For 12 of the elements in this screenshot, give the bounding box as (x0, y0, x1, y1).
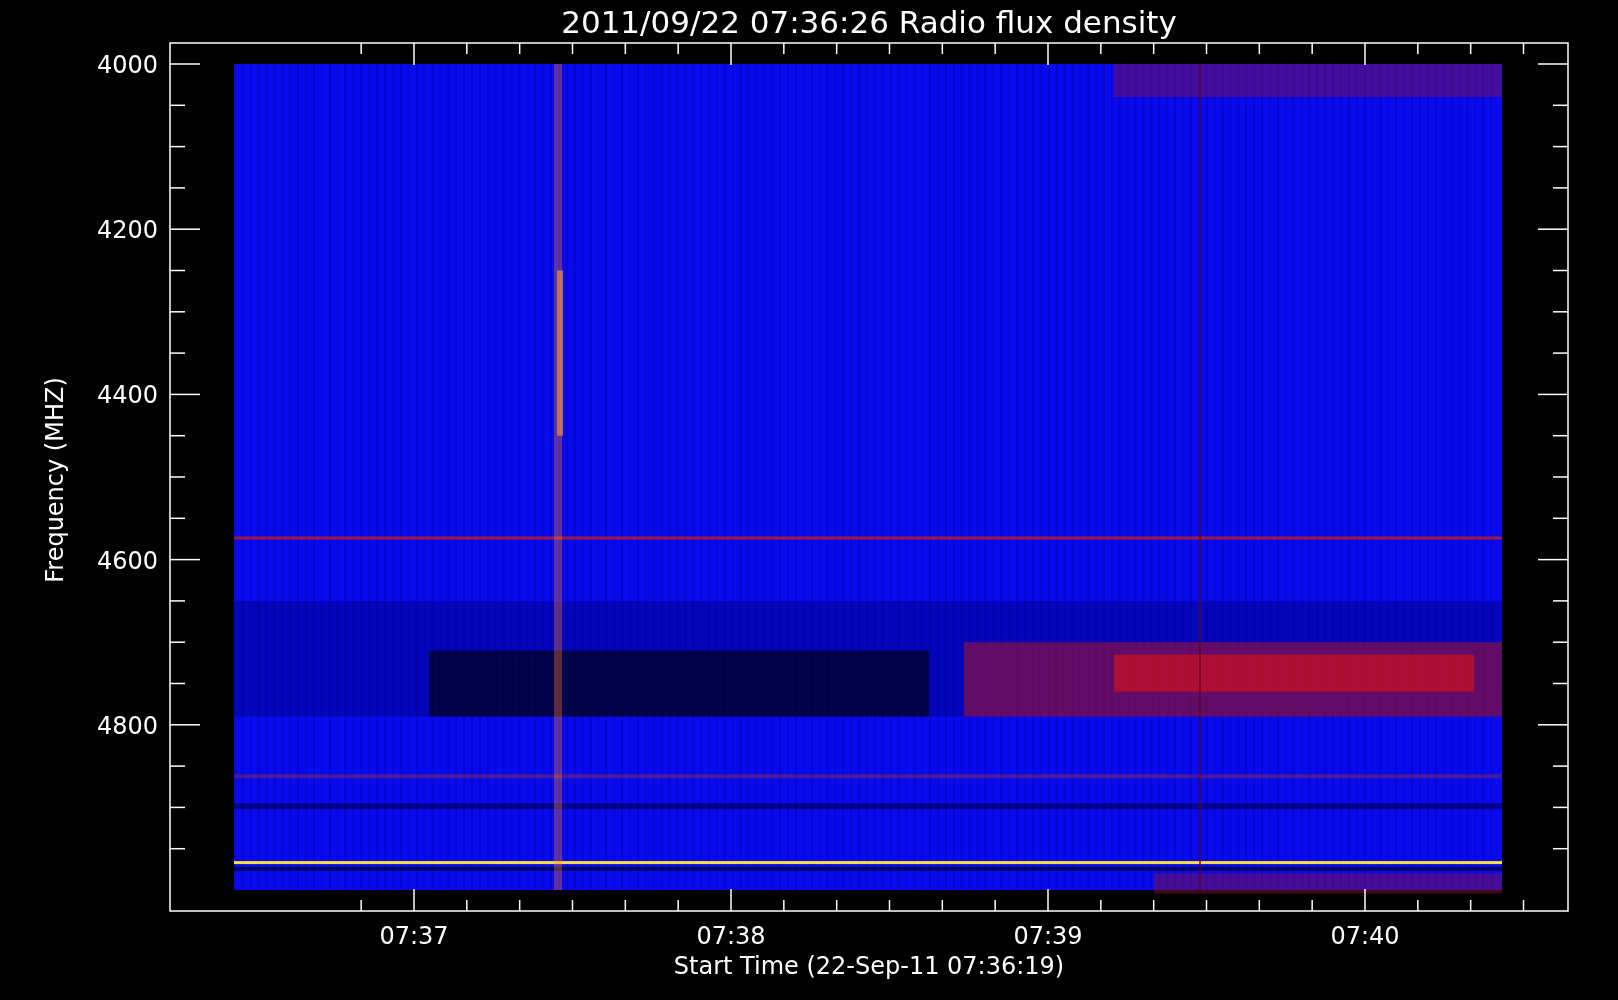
x-axis-label: Start Time (22-Sep-11 07:36:19) (673, 952, 1065, 980)
y-tick-label: 4400 (96, 381, 158, 410)
x-tick-label: 07:38 (696, 922, 766, 950)
y-axis-label: Frequency (MHZ) (41, 377, 69, 583)
x-tick-label: 07:39 (1013, 922, 1083, 950)
y-tick-label: 4800 (96, 711, 158, 740)
x-tick-label: 07:37 (379, 922, 449, 950)
y-tick-label: 4200 (96, 216, 158, 245)
plot-title: 2011/09/22 07:36:26 Radio flux density (561, 4, 1177, 40)
y-tick-label: 4600 (96, 546, 158, 575)
x-tick-label: 07:40 (1330, 922, 1400, 950)
y-tick-label: 4000 (96, 51, 158, 79)
